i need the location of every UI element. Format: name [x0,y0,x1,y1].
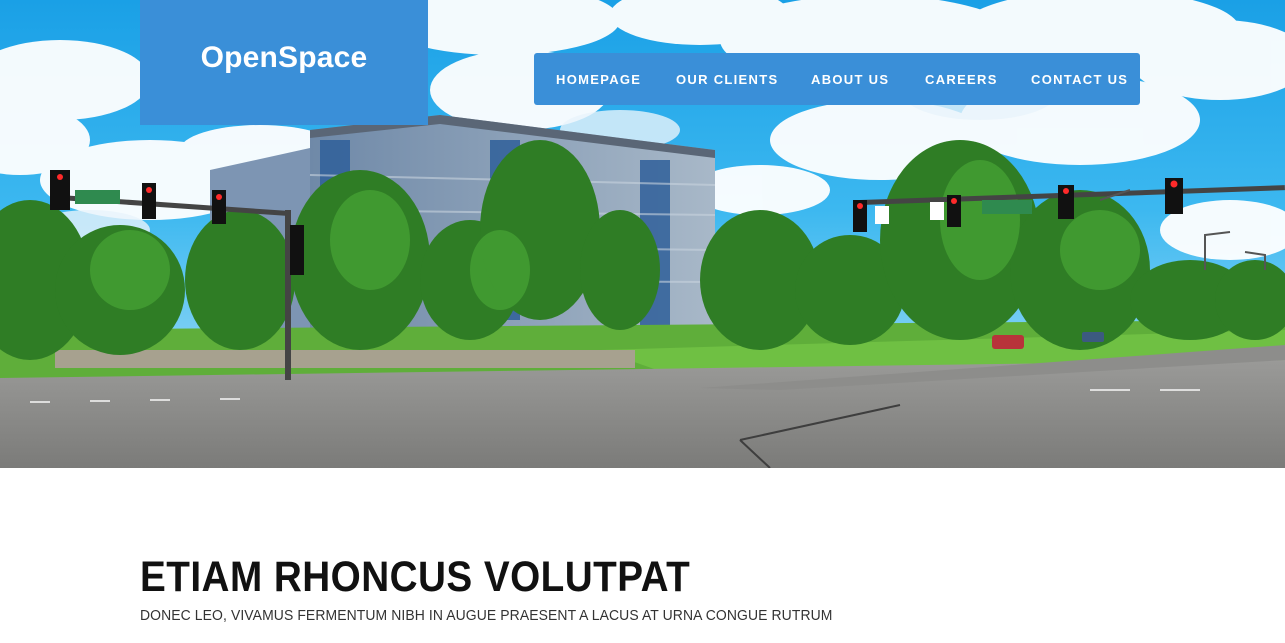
section-subtitle: DONEC LEO, VIVAMUS FERMENTUM NIBH IN AUG… [140,607,833,624]
nav-item-homepage[interactable]: HOMEPAGE [556,72,641,87]
section-title: ETIAM RHONCUS VOLUTPAT [140,553,691,601]
brand-logo[interactable]: OpenSpace [140,0,428,125]
hero-banner: OpenSpace HOMEPAGE OUR CLIENTS ABOUT US … [0,0,1285,468]
nav-item-about-us[interactable]: ABOUT US [811,72,889,87]
main-nav: HOMEPAGE OUR CLIENTS ABOUT US CAREERS CO… [534,53,1140,105]
brand-name: OpenSpace [200,40,368,74]
nav-item-our-clients[interactable]: OUR CLIENTS [676,72,778,87]
nav-item-careers[interactable]: CAREERS [925,72,998,87]
nav-item-contact-us[interactable]: CONTACT US [1031,72,1128,87]
